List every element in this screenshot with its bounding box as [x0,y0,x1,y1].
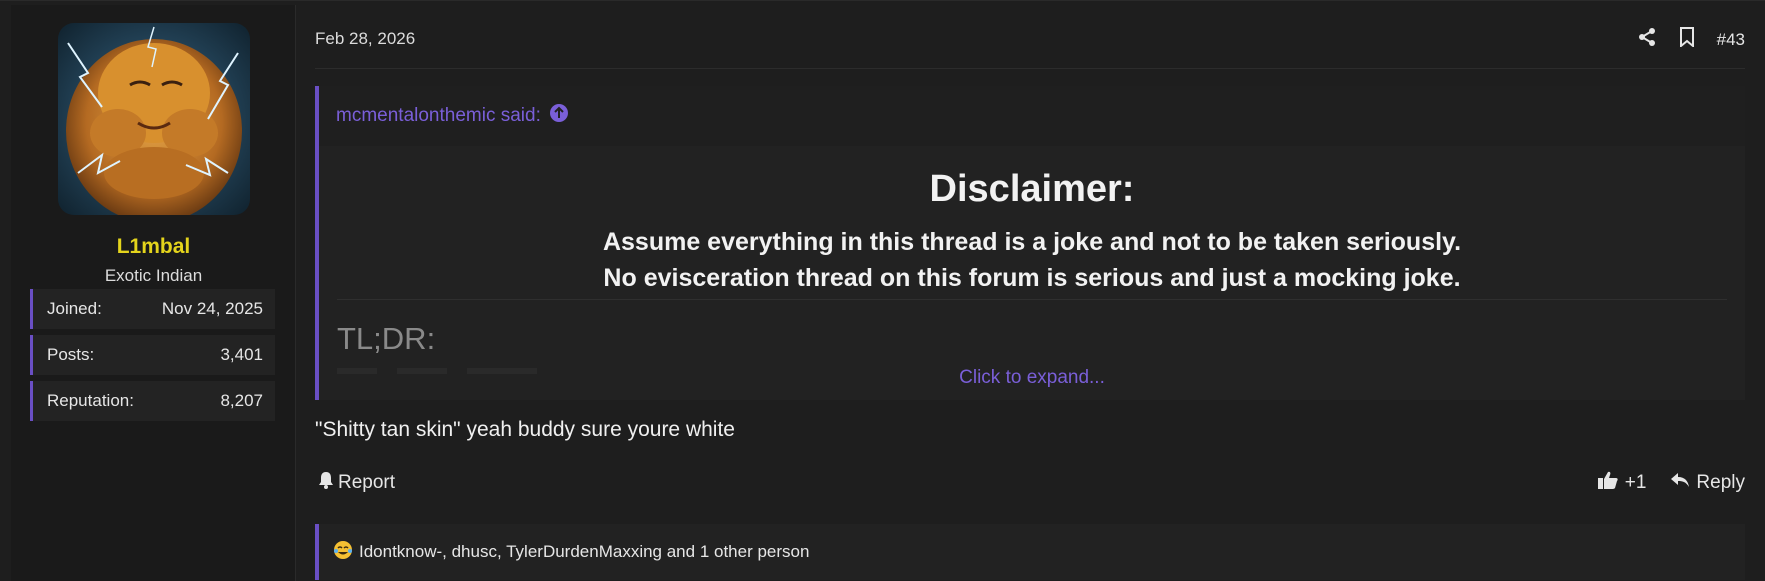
stat-label: Posts: [47,345,95,364]
stat-label: Joined: [47,299,102,318]
click-to-expand[interactable]: Click to expand... [319,367,1745,389]
post-main: Feb 28, 2026 #43 mcmentalonthemic said: … [297,5,1765,581]
reactions-bar[interactable]: Idontknow-, dhusc, TylerDurdenMaxxing an… [315,524,1745,580]
header-divider [315,68,1745,69]
stat-value: Nov 24, 2025 [161,299,263,318]
arrow-up-circle-icon[interactable] [549,103,569,129]
reply-button[interactable]: Reply [1670,471,1745,495]
stat-reputation: Reputation: 8,207 [30,381,275,421]
report-label: Report [338,472,396,493]
thumbs-up-icon [1597,470,1619,496]
reactions-text[interactable]: Idontknow-, dhusc, TylerDurdenMaxxing an… [359,542,809,562]
like-count: +1 [1624,472,1647,493]
tldr-label: TL;DR: [337,321,436,356]
quote-attribution[interactable]: mcmentalonthemic said: [319,86,1745,146]
post-date[interactable]: Feb 28, 2026 [315,29,415,49]
stat-joined: Joined: Nov 24, 2025 [30,289,275,329]
post-footer-actions: +1 Reply [1597,470,1745,496]
report-button[interactable]: Report [318,471,395,495]
post-number[interactable]: #43 [1717,30,1745,50]
stat-posts: Posts: 3,401 [30,335,275,375]
stat-value: 8,207 [220,391,263,410]
stat-value: 3,401 [220,345,263,364]
post-message: "Shitty tan skin" yeah buddy sure youre … [315,418,735,441]
reply-label: Reply [1696,472,1745,493]
user-info-panel: L1mbal Exotic Indian Joined: Nov 24, 202… [11,5,296,581]
quote-content: Disclaimer: Assume everything in this th… [319,146,1745,400]
like-button[interactable]: +1 [1597,470,1647,496]
post-header-actions: #43 [1637,27,1745,52]
stat-label: Reputation: [47,391,134,410]
quote-author[interactable]: mcmentalonthemic said: [336,105,541,127]
disclaimer-line-2: No evisceration thread on this forum is … [603,264,1461,292]
share-icon[interactable] [1637,27,1657,52]
laughing-crying-emoji-icon [333,540,353,565]
bell-icon [318,471,334,495]
quote-block: mcmentalonthemic said: Disclaimer: Assum… [315,86,1745,400]
reply-icon [1670,471,1690,495]
disclaimer-title: Disclaimer: [929,168,1135,210]
quote-separator [337,299,1727,300]
disclaimer-line-1: Assume everything in this thread is a jo… [602,228,1462,256]
bookmark-icon[interactable] [1679,27,1695,52]
user-title: Exotic Indian [104,266,203,285]
forum-post: L1mbal Exotic Indian Joined: Nov 24, 202… [0,0,1765,581]
avatar[interactable] [58,23,250,215]
username[interactable]: L1mbal [11,235,296,259]
